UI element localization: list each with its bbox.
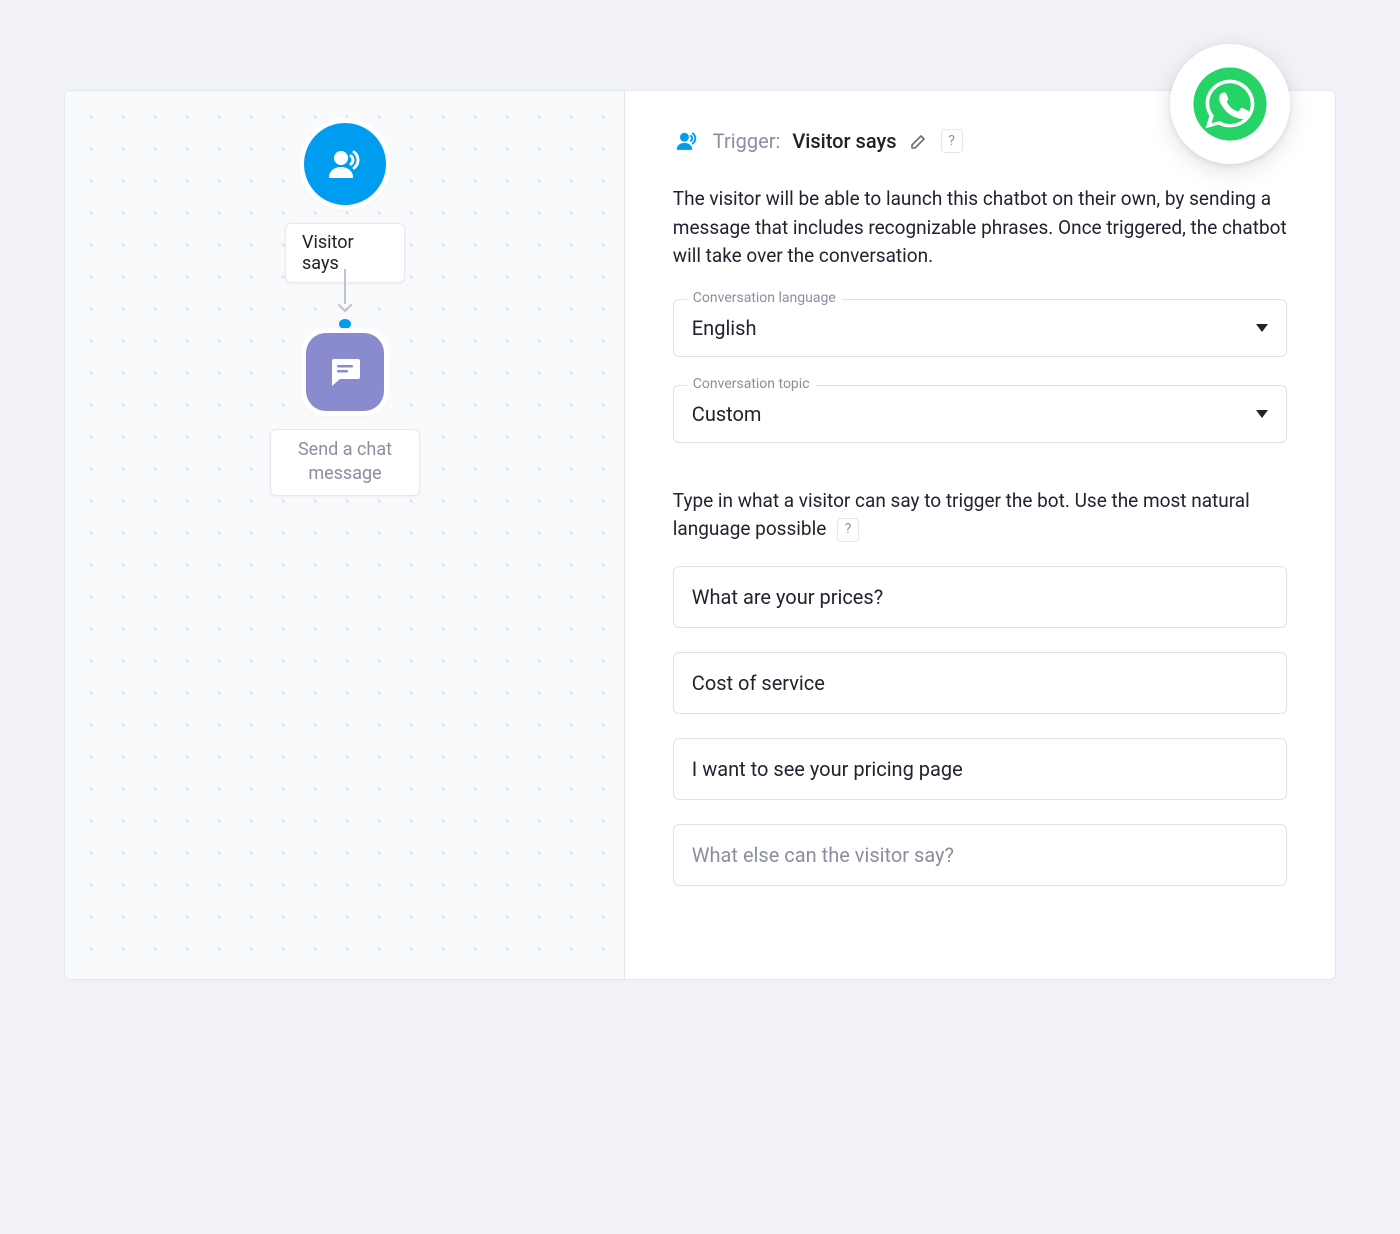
language-field: Conversation language English bbox=[673, 299, 1287, 357]
topic-field-label: Conversation topic bbox=[687, 376, 816, 392]
flow-connector bbox=[343, 269, 347, 329]
trigger-prefix: Trigger: bbox=[713, 129, 781, 153]
chevron-down-icon bbox=[338, 304, 352, 313]
language-select[interactable]: English bbox=[673, 299, 1287, 357]
action-node-label: Send a chat message bbox=[270, 429, 420, 496]
action-node[interactable]: Send a chat message bbox=[265, 333, 425, 496]
help-button[interactable]: ? bbox=[837, 518, 859, 542]
settings-panel: Trigger: Visitor says ? The visitor will… bbox=[624, 91, 1335, 979]
visitor-says-icon bbox=[304, 123, 386, 205]
edit-icon[interactable] bbox=[909, 131, 929, 151]
topic-select[interactable]: Custom bbox=[673, 385, 1287, 443]
whatsapp-icon bbox=[1170, 44, 1290, 164]
trigger-node[interactable]: Visitor says bbox=[285, 123, 405, 283]
language-value: English bbox=[692, 316, 757, 340]
topic-field: Conversation topic Custom bbox=[673, 385, 1287, 443]
phrase-input-0[interactable] bbox=[673, 566, 1287, 628]
chevron-down-icon bbox=[1256, 324, 1268, 332]
visitor-says-icon bbox=[673, 127, 701, 155]
language-field-label: Conversation language bbox=[687, 290, 842, 306]
trigger-description: The visitor will be able to launch this … bbox=[673, 185, 1287, 271]
builder-canvas: Visitor says Send a chat message bbox=[64, 90, 1336, 980]
help-button[interactable]: ? bbox=[941, 129, 963, 153]
chevron-down-icon bbox=[1256, 410, 1268, 418]
phrase-input-new[interactable] bbox=[673, 824, 1287, 886]
trigger-name: Visitor says bbox=[792, 129, 896, 153]
flow-graph: Visitor says Send a chat message bbox=[65, 91, 624, 979]
phrase-prompt: Type in what a visitor can say to trigge… bbox=[673, 487, 1287, 544]
connector-dot-icon bbox=[339, 319, 351, 329]
phrase-input-2[interactable] bbox=[673, 738, 1287, 800]
chat-message-icon bbox=[306, 333, 384, 411]
phrase-input-1[interactable] bbox=[673, 652, 1287, 714]
topic-value: Custom bbox=[692, 402, 762, 426]
